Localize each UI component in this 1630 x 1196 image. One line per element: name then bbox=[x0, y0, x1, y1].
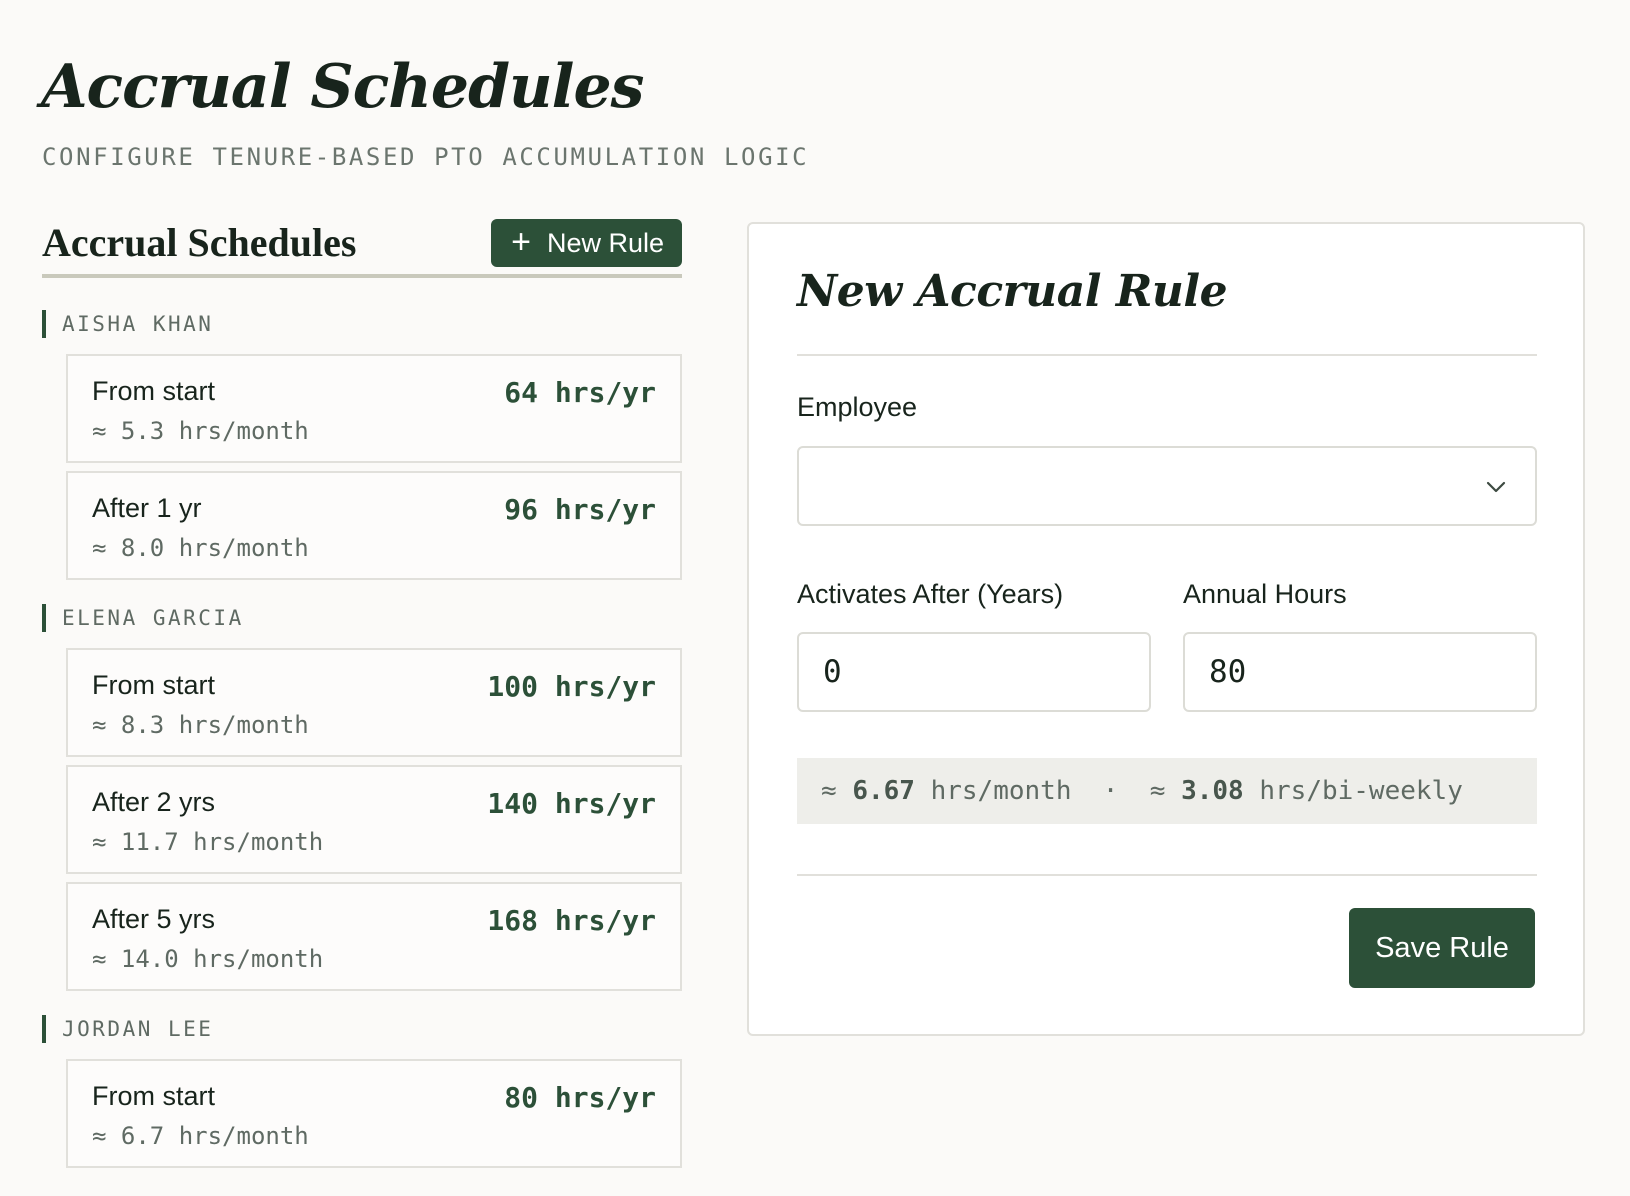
rule-card[interactable]: From start 64 hrs/yr ≈ 5.3 hrs/month bbox=[66, 354, 682, 463]
save-rule-button[interactable]: Save Rule bbox=[1349, 908, 1535, 988]
chevron-down-icon bbox=[1486, 481, 1506, 493]
employee-label: Employee bbox=[797, 392, 918, 422]
new-rule-label: New Rule bbox=[546, 227, 664, 258]
rule-monthly: ≈ 8.0 hrs/month bbox=[92, 534, 309, 562]
rule-monthly: ≈ 8.3 hrs/month bbox=[92, 711, 309, 739]
employee-group: JORDAN LEE From start 80 hrs/yr ≈ 6.7 hr… bbox=[42, 1015, 682, 1168]
rule-monthly: ≈ 11.7 hrs/month bbox=[92, 828, 324, 856]
rule-card[interactable]: From start 80 hrs/yr ≈ 6.7 hrs/month bbox=[66, 1059, 682, 1168]
employee-name: ELENA GARCIA bbox=[42, 604, 682, 632]
monthly-rate-value: 6.67 bbox=[852, 776, 915, 806]
form-divider-bottom bbox=[797, 874, 1537, 876]
employee-group: ELENA GARCIA From start 100 hrs/yr ≈ 8.3… bbox=[42, 604, 682, 991]
approx-sign: ≈ bbox=[1149, 776, 1166, 806]
activates-label: Activates After (Years) bbox=[797, 579, 1064, 609]
page-subtitle: CONFIGURE TENURE-BASED PTO ACCUMULATION … bbox=[42, 143, 810, 171]
activates-after-input[interactable] bbox=[797, 632, 1151, 712]
new-rule-form: New Accrual Rule Employee Activates Afte… bbox=[747, 222, 1585, 1036]
rule-monthly: ≈ 6.7 hrs/month bbox=[92, 1122, 309, 1150]
rule-hours: 96 hrs/yr bbox=[504, 493, 656, 526]
biweekly-rate-value: 3.08 bbox=[1181, 776, 1244, 806]
employee-name: AISHA KHAN bbox=[42, 310, 682, 338]
employee-name: JORDAN LEE bbox=[42, 1015, 682, 1043]
rule-monthly: ≈ 14.0 hrs/month bbox=[92, 945, 324, 973]
annual-hours-label: Annual Hours bbox=[1183, 579, 1347, 609]
rule-monthly: ≈ 5.3 hrs/month bbox=[92, 417, 309, 445]
monthly-rate-unit: hrs/month bbox=[930, 776, 1072, 806]
accrual-summary: ≈ 6.67 hrs/month · ≈ 3.08 hrs/bi-weekly bbox=[797, 758, 1537, 824]
plus-icon: + bbox=[511, 222, 531, 261]
rule-hours: 100 hrs/yr bbox=[487, 670, 656, 703]
rule-hours: 140 hrs/yr bbox=[487, 787, 656, 820]
rule-card[interactable]: From start 100 hrs/yr ≈ 8.3 hrs/month bbox=[66, 648, 682, 757]
list-heading: Accrual Schedules bbox=[42, 219, 357, 265]
rule-hours: 64 hrs/yr bbox=[504, 376, 656, 409]
employee-select[interactable] bbox=[797, 446, 1537, 526]
new-rule-button[interactable]: + New Rule bbox=[491, 219, 682, 267]
approx-sign: ≈ bbox=[821, 776, 837, 806]
summary-separator: · bbox=[1102, 776, 1119, 806]
form-divider-top bbox=[797, 354, 1537, 356]
annual-hours-input[interactable] bbox=[1183, 632, 1537, 712]
rule-card[interactable]: After 2 yrs 140 hrs/yr ≈ 11.7 hrs/month bbox=[66, 765, 682, 874]
list-header: Accrual Schedules + New Rule bbox=[42, 219, 682, 278]
rule-hours: 168 hrs/yr bbox=[487, 904, 656, 937]
rule-card[interactable]: After 1 yr 96 hrs/yr ≈ 8.0 hrs/month bbox=[66, 471, 682, 580]
rule-hours: 80 hrs/yr bbox=[504, 1081, 656, 1114]
schedule-list: Accrual Schedules + New Rule AISHA KHAN … bbox=[42, 219, 682, 1176]
biweekly-rate-unit: hrs/bi-weekly bbox=[1259, 776, 1463, 806]
rule-card[interactable]: After 5 yrs 168 hrs/yr ≈ 14.0 hrs/month bbox=[66, 882, 682, 991]
employee-group: AISHA KHAN From start 64 hrs/yr ≈ 5.3 hr… bbox=[42, 310, 682, 580]
form-title: New Accrual Rule bbox=[797, 266, 1228, 317]
page-title: Accrual Schedules bbox=[41, 52, 644, 122]
